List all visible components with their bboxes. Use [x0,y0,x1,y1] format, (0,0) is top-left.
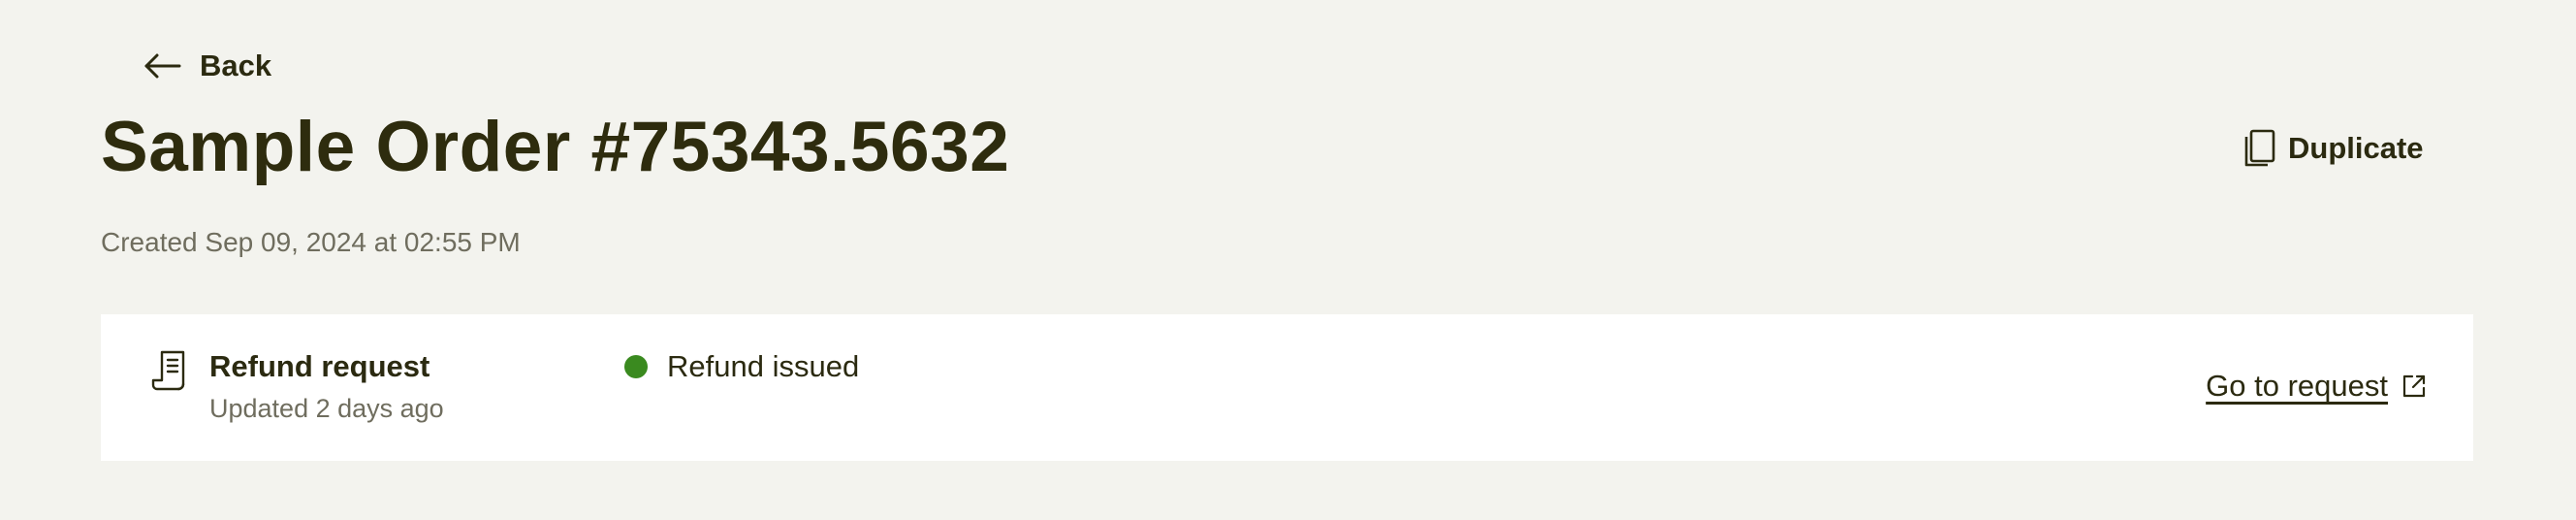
request-title: Refund request [209,349,430,383]
go-to-request-label: Go to request [2206,369,2388,403]
arrow-left-icon [143,52,182,80]
status-badge: Refund issued [624,349,859,384]
page-title: Sample Order #75343.5632 [101,108,1010,186]
go-to-request-link[interactable]: Go to request [2206,369,2427,404]
duplicate-button[interactable]: Duplicate [2240,128,2424,169]
external-link-icon [2401,374,2427,399]
back-link[interactable]: Back [143,49,271,83]
duplicate-label: Duplicate [2288,131,2424,165]
refund-request-card: Refund request Updated 2 days ago Refund… [101,314,2473,461]
created-timestamp: Created Sep 09, 2024 at 02:55 PM [101,227,521,257]
receipt-icon [151,349,190,397]
copy-icon [2240,128,2276,169]
back-label: Back [200,49,272,82]
status-label: Refund issued [667,349,860,383]
request-updated: Updated 2 days ago [209,394,444,423]
status-dot-icon [624,355,648,378]
